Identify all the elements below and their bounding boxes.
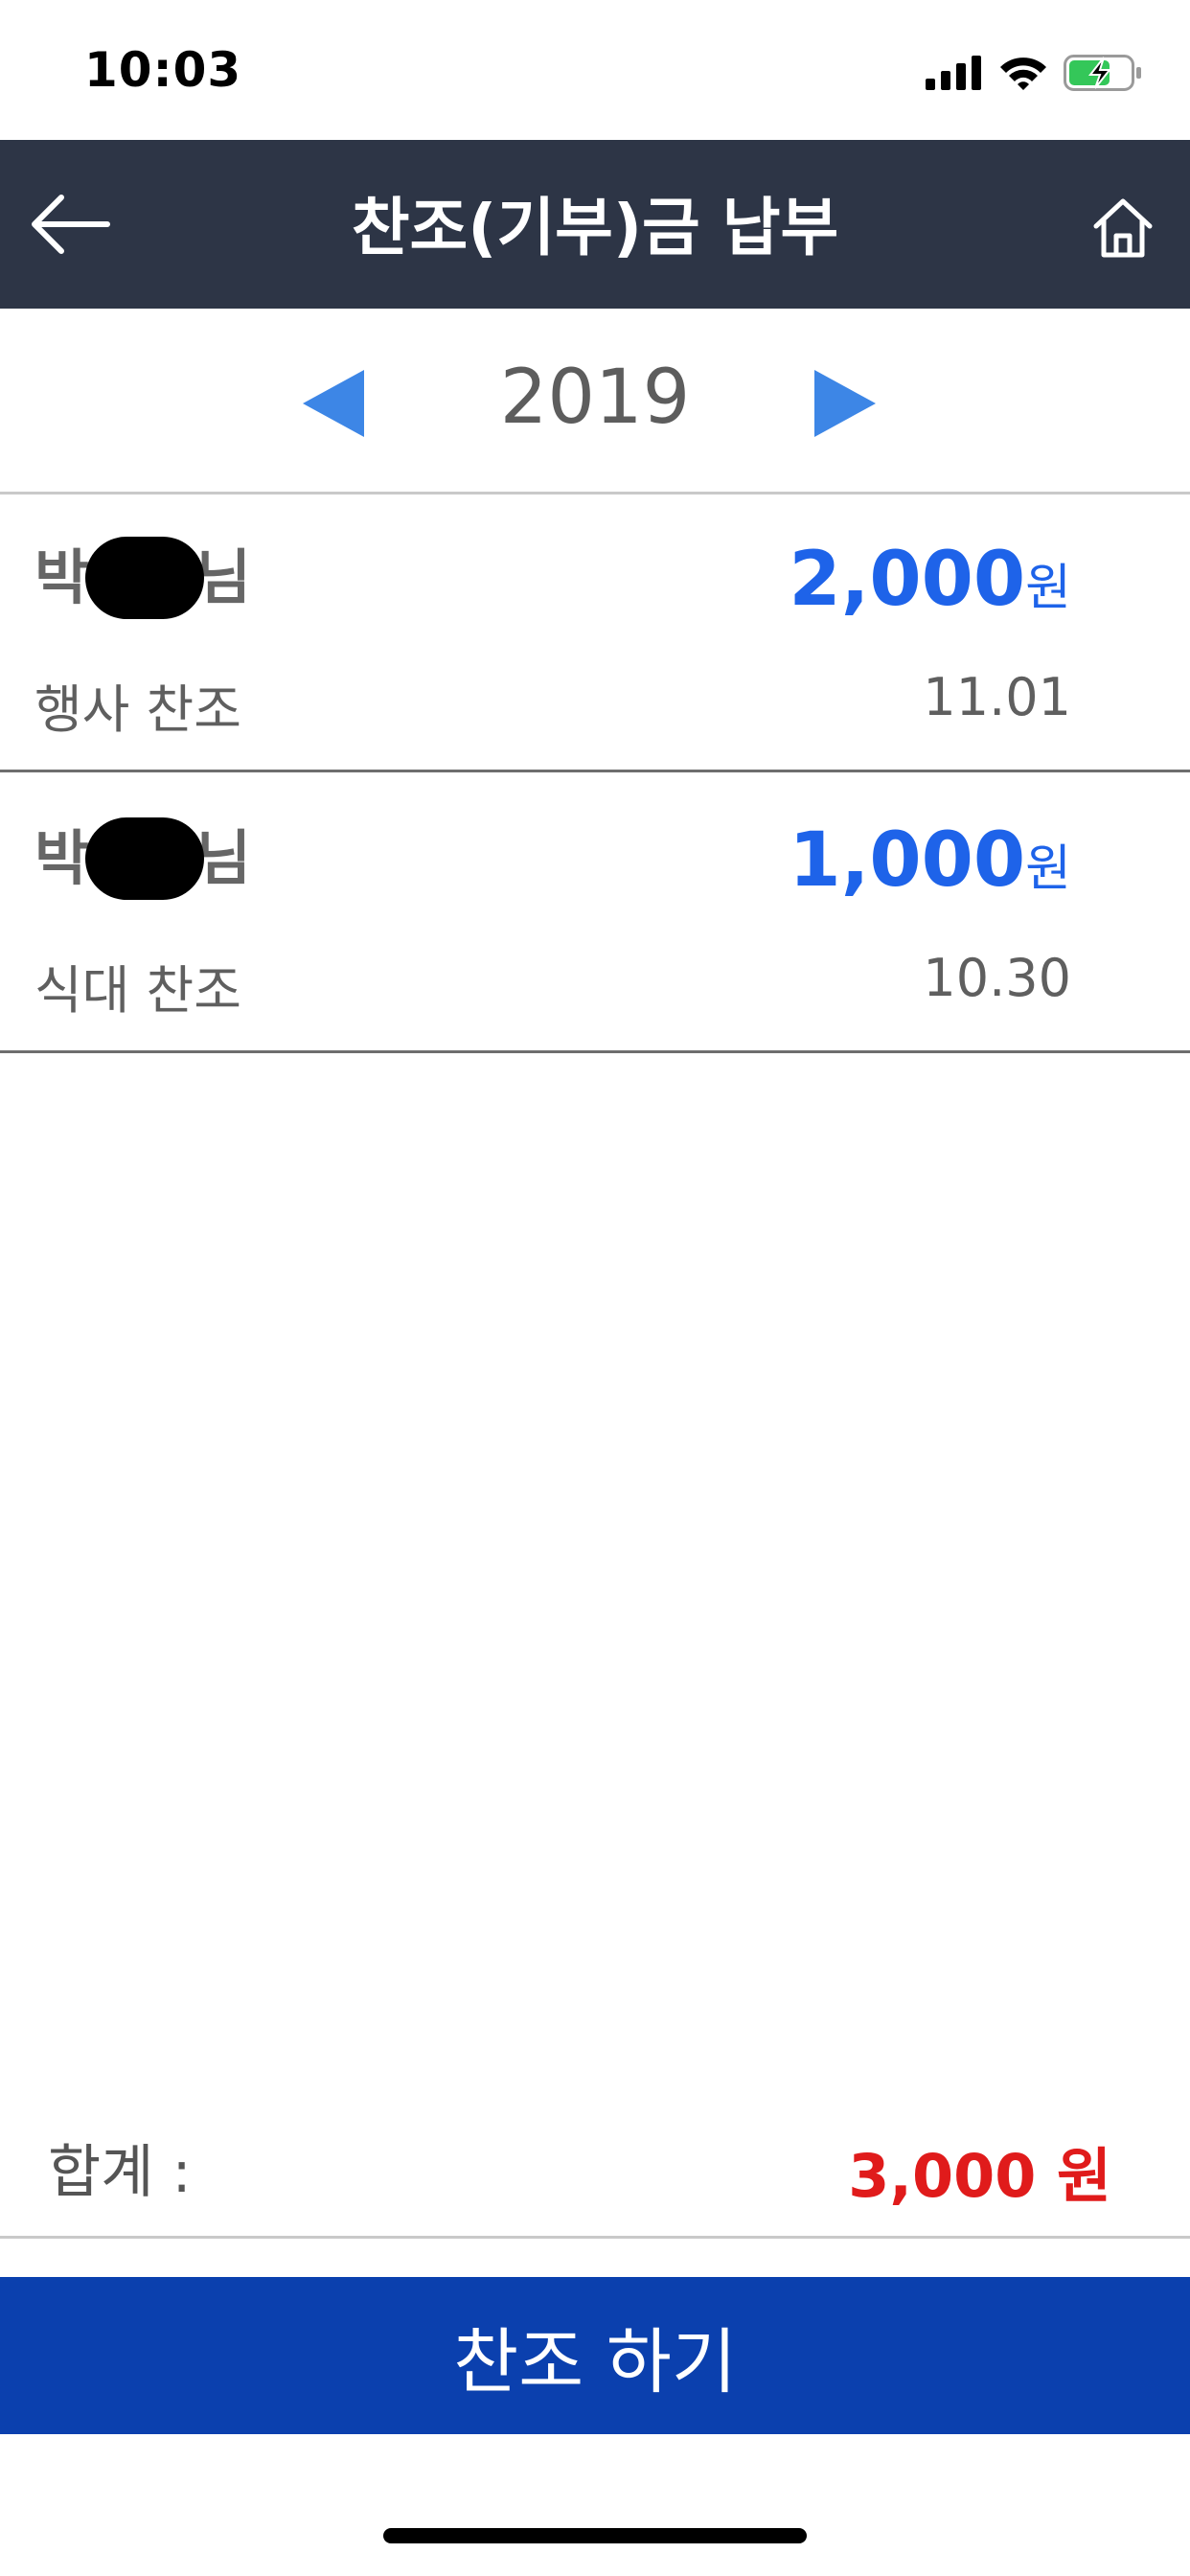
redaction-mark	[85, 816, 205, 900]
year-label: 2019	[499, 355, 691, 441]
status-bar: 10:03	[0, 0, 1190, 140]
donor-name-suffix: 님	[196, 542, 252, 612]
donation-date: 10.30	[923, 948, 1071, 1008]
donor-name: 박님	[34, 810, 251, 904]
status-time: 10:03	[84, 42, 242, 98]
amount-unit: 원	[1025, 840, 1071, 898]
amount-unit: 원	[1025, 560, 1071, 617]
triangle-left-icon[interactable]	[303, 370, 374, 437]
donation-date: 11.01	[923, 667, 1071, 727]
donor-name-first: 박	[34, 542, 90, 612]
home-button[interactable]	[1085, 190, 1161, 266]
donation-amount: 2,000원	[789, 537, 1071, 623]
donor-name-first: 박	[34, 823, 90, 893]
battery-charging-icon	[1064, 55, 1141, 91]
page-title: 찬조(기부)금 납부	[351, 191, 839, 264]
donor-name: 박님	[34, 529, 251, 623]
amount-value: 1,000	[789, 817, 1026, 904]
wifi-icon	[1000, 58, 1046, 90]
donation-record[interactable]: 박님 1,000원 식대 찬조 10.30	[0, 775, 1190, 1053]
triangle-right-icon[interactable]	[805, 370, 876, 437]
donate-button[interactable]: 찬조 하기	[0, 2277, 1190, 2434]
total-value: 3,000 원	[848, 2141, 1111, 2211]
amount-value: 2,000	[789, 537, 1026, 623]
total-row: 합계 : 3,000 원	[0, 2085, 1190, 2239]
navigation-bar: 찬조(기부)금 납부	[0, 140, 1190, 309]
donation-record[interactable]: 박님 2,000원 행사 찬조 11.01	[0, 494, 1190, 772]
status-icons	[926, 52, 1142, 94]
redaction-mark	[85, 536, 205, 619]
donation-type: 식대 찬조	[34, 960, 241, 1021]
home-icon	[1093, 198, 1153, 258]
signal-icon	[926, 56, 981, 90]
year-selector: 2019	[0, 309, 1190, 494]
donation-type: 행사 찬조	[34, 679, 241, 740]
donor-name-suffix: 님	[196, 823, 252, 893]
donation-amount: 1,000원	[789, 817, 1071, 904]
total-label: 합계 :	[48, 2139, 192, 2206]
home-indicator[interactable]	[383, 2528, 807, 2543]
